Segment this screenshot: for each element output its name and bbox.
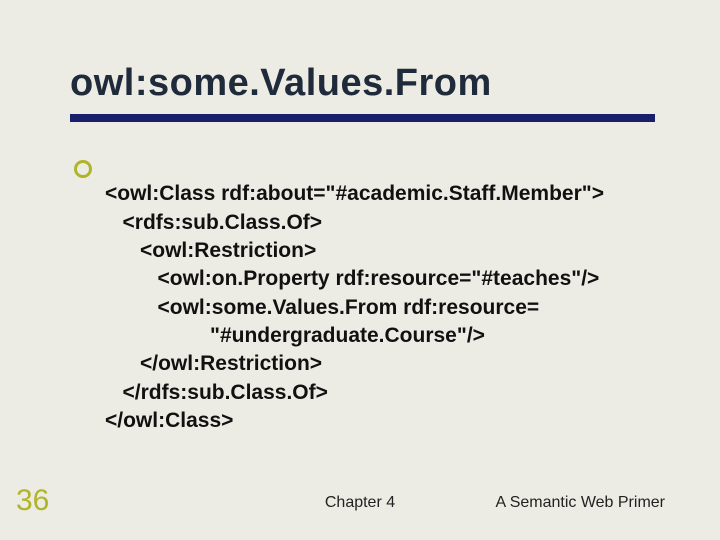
- code-line: </rdfs:sub.Class.Of>: [105, 381, 328, 404]
- bullet-icon: [74, 160, 92, 178]
- code-line: </owl:Class>: [105, 409, 233, 432]
- slide: owl:some.Values.From <owl:Class rdf:abou…: [0, 0, 720, 540]
- code-line: <rdfs:sub.Class.Of>: [105, 211, 322, 234]
- title-underline: [70, 114, 655, 122]
- code-line: <owl:Restriction>: [105, 239, 316, 262]
- code-line: <owl:Class rdf:about="#academic.Staff.Me…: [105, 182, 604, 205]
- code-block: <owl:Class rdf:about="#academic.Staff.Me…: [105, 152, 680, 464]
- footer-right: A Semantic Web Primer: [495, 494, 665, 512]
- code-line: </owl:Restriction>: [105, 352, 322, 375]
- slide-title: owl:some.Values.From: [70, 62, 680, 105]
- code-line: <owl:some.Values.From rdf:resource=: [105, 296, 539, 319]
- code-line: "#undergraduate.Course"/>: [105, 324, 485, 347]
- code-line: <owl:on.Property rdf:resource="#teaches"…: [105, 267, 599, 290]
- title-wrap: owl:some.Values.From: [70, 62, 680, 105]
